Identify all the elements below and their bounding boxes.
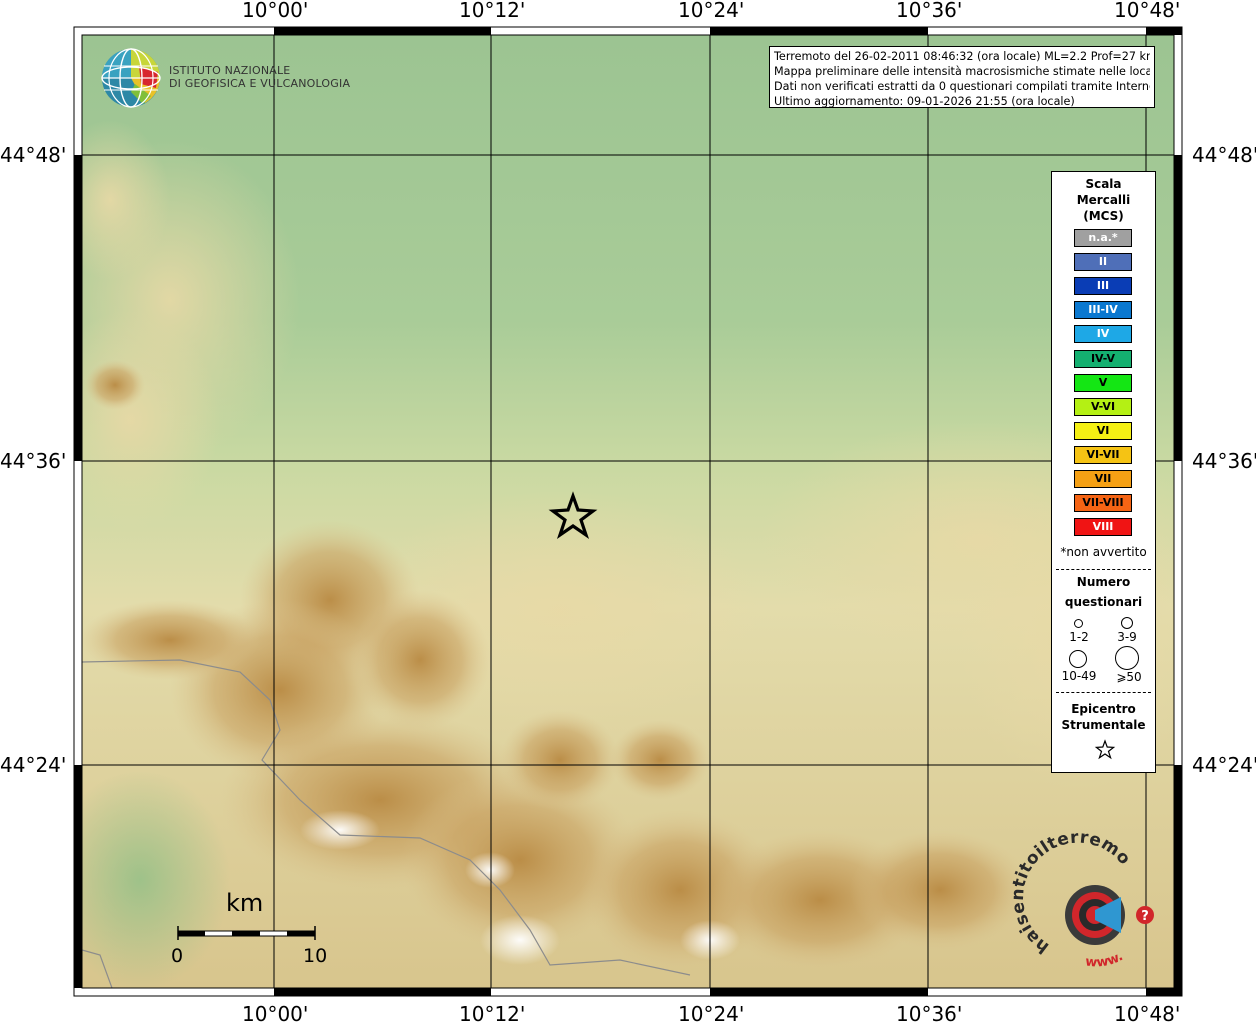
- legend-count-title-2: questionari: [1064, 595, 1143, 609]
- legend-swatch-item: VI-VII: [1074, 445, 1132, 464]
- legend-swatch-item: IV-V: [1074, 349, 1132, 368]
- legend-swatch-item: V: [1074, 373, 1132, 392]
- logo-line-2: DI GEOFISICA E VULCANOLOGIA: [169, 77, 351, 90]
- event-info-box: Terremoto del 26-02-2011 08:46:32 (ora l…: [769, 46, 1155, 108]
- lon-tick-bottom-4: 10°48': [1114, 1002, 1181, 1026]
- info-line-4: Ultimo aggiornamento: 09-01-2026 21:55 (…: [774, 95, 1075, 108]
- lat-tick-left-0: 44°48': [0, 143, 67, 167]
- terrain-layer: [82, 35, 1174, 988]
- info-line-2: Mappa preliminare delle intensità macros…: [774, 65, 1150, 78]
- count-circle-3-9: [1121, 617, 1133, 629]
- scale-start-label: 0: [171, 945, 184, 967]
- legend-swatch-item: VII-VIII: [1074, 494, 1132, 513]
- globe-logo-icon: [101, 48, 161, 108]
- logo-line-1: ISTITUTO NAZIONALE: [169, 64, 291, 77]
- legend-swatch-item: V-VI: [1074, 397, 1132, 416]
- legend-epi-title-1: Epicentro: [1071, 702, 1136, 716]
- info-line-1: Terremoto del 26-02-2011 08:46:32 (ora l…: [774, 50, 1150, 63]
- legend-swatch-item: VI: [1074, 421, 1132, 440]
- legend-epi-title-2: Strumentale: [1061, 718, 1146, 732]
- lat-tick-left-1: 44°36': [0, 449, 67, 473]
- count-circle-1-2: [1074, 619, 1083, 628]
- legend-swatch-item: III: [1074, 277, 1132, 296]
- legend-swatch-item: n.a.*: [1074, 229, 1132, 247]
- legend-swatch-item: VIII: [1074, 518, 1132, 537]
- legend-title-3: (MCS): [1083, 209, 1124, 223]
- scale-unit-label: km: [226, 889, 264, 917]
- lat-tick-left-2: 44°24': [0, 753, 67, 777]
- legend-note: *non avvertito: [1060, 545, 1147, 559]
- legend-swatch-item: IV: [1074, 325, 1132, 344]
- legend-count-title-1: Numero: [1076, 575, 1131, 589]
- count-label-10-49: 10-49: [1061, 669, 1097, 683]
- count-label-50: ⩾50: [1116, 670, 1142, 684]
- lon-tick-top-4: 10°48': [1114, 0, 1181, 22]
- count-circle-10-49: [1069, 650, 1087, 668]
- lon-tick-top-2: 10°24': [678, 0, 745, 22]
- legend-star-icon: [1094, 739, 1116, 760]
- legend-title-2: Mercalli: [1076, 193, 1131, 207]
- legend-swatch-item: II: [1074, 253, 1132, 272]
- svg-text:?: ?: [1141, 909, 1149, 924]
- legend-title-1: Scala: [1085, 177, 1122, 191]
- lon-tick-top-3: 10°36': [896, 0, 963, 22]
- intensity-legend: Scala Mercalli (MCS) n.a.* II III III-IV IV I…: [1051, 171, 1156, 773]
- institute-name: ISTITUTO NAZIONALE DI GEOFISICA E VULCAN…: [169, 64, 350, 90]
- count-label-3-9: 3-9: [1117, 630, 1137, 644]
- lon-tick-bottom-1: 10°12': [459, 1002, 526, 1026]
- lon-tick-bottom-3: 10°36': [896, 1002, 963, 1026]
- lat-tick-right-0: 44°48': [1192, 143, 1256, 167]
- count-label-1-2: 1-2: [1069, 630, 1089, 644]
- lat-tick-right-2: 44°24': [1192, 753, 1256, 777]
- lon-tick-bottom-2: 10°24': [678, 1002, 745, 1026]
- count-circle-50: [1115, 646, 1139, 670]
- lon-tick-top-1: 10°12': [459, 0, 526, 22]
- legend-separator-1: [1056, 569, 1151, 570]
- lon-tick-top-0: 10°00': [242, 0, 309, 22]
- legend-separator-2: [1056, 692, 1151, 693]
- scale-end-label: 10: [303, 945, 328, 967]
- legend-swatch-item: VII: [1074, 470, 1132, 488]
- legend-swatch-item: III-IV: [1074, 301, 1132, 320]
- lon-tick-bottom-0: 10°00': [242, 1002, 309, 1026]
- info-line-3: Dati non verificati estratti da 0 questi…: [774, 80, 1150, 93]
- lat-tick-right-1: 44°36': [1192, 449, 1256, 473]
- map-figure: ? haisentitoilterremoto.it www. 10°00' 1…: [0, 0, 1256, 1026]
